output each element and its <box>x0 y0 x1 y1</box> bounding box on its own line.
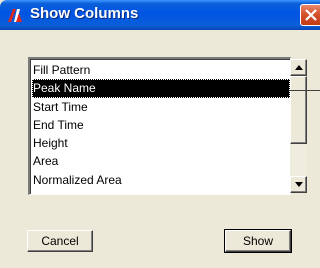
close-button[interactable] <box>300 4 320 26</box>
list-item-normalized-area[interactable]: Normalized Area <box>32 171 290 189</box>
list-scrollbar[interactable] <box>290 59 307 193</box>
scroll-thumb[interactable] <box>290 76 307 144</box>
list-item-area[interactable]: Area <box>32 152 290 170</box>
app-logo-icon <box>6 6 24 24</box>
show-columns-dialog: Show Columns Fill Pattern Peak Name Star… <box>0 0 320 268</box>
scroll-up-arrow-icon <box>295 65 303 70</box>
cancel-button[interactable]: Cancel <box>27 230 93 252</box>
show-button[interactable]: Show <box>224 229 292 253</box>
scroll-up-button[interactable] <box>290 59 307 76</box>
list-item-height[interactable]: Height <box>32 134 290 152</box>
list-item-end-time[interactable]: End Time <box>32 116 290 134</box>
list-item-peak-name[interactable]: Peak Name <box>32 79 290 98</box>
dialog-title: Show Columns <box>30 5 139 22</box>
scroll-down-button[interactable] <box>290 176 307 193</box>
close-icon <box>305 9 317 21</box>
title-bar[interactable]: Show Columns <box>0 0 320 30</box>
columns-listbox[interactable]: Fill Pattern Peak Name Start Time End Ti… <box>28 57 291 195</box>
pointer-line <box>289 90 320 91</box>
columns-list: Fill Pattern Peak Name Start Time End Ti… <box>32 61 290 193</box>
list-item-start-time[interactable]: Start Time <box>32 98 290 116</box>
list-item-fill-pattern[interactable]: Fill Pattern <box>32 61 290 79</box>
scroll-down-arrow-icon <box>295 182 303 187</box>
